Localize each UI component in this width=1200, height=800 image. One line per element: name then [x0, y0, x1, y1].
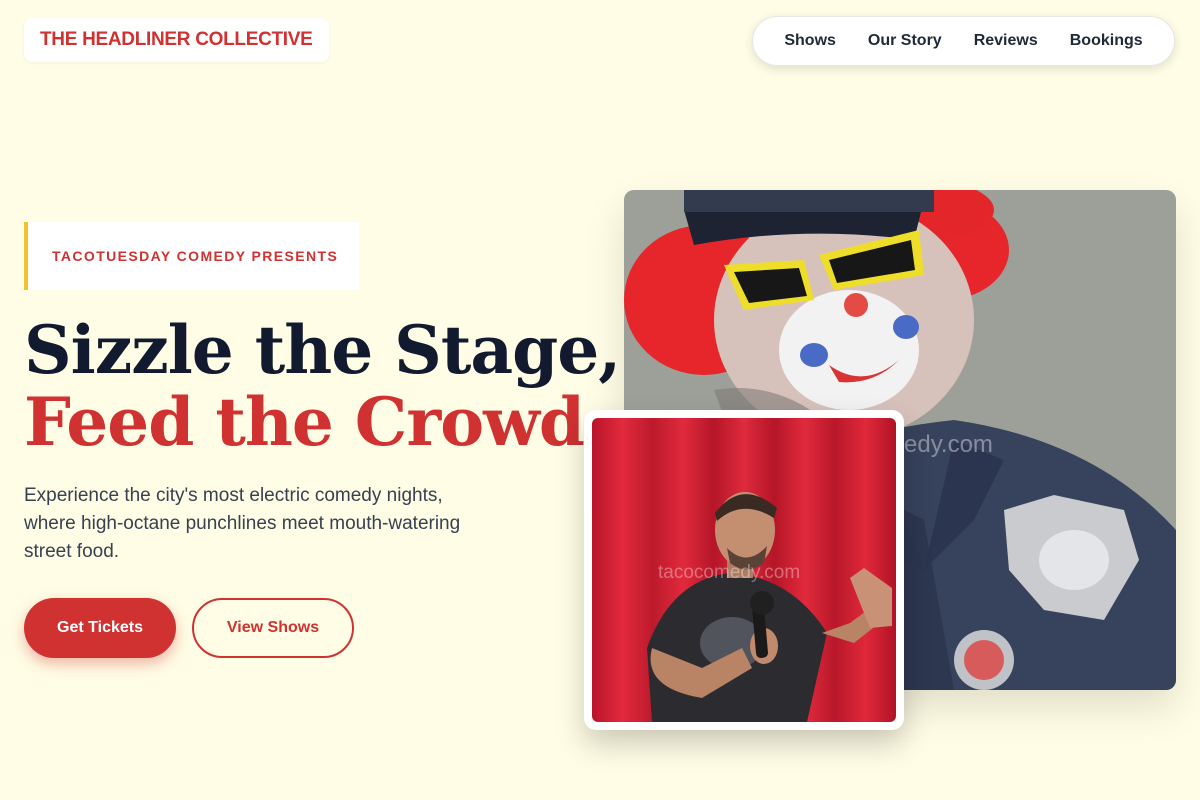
nav-item-bookings[interactable]: Bookings	[1070, 32, 1143, 50]
view-shows-button[interactable]: View Shows	[192, 598, 354, 658]
hero-description: Experience the city's most electric come…	[24, 485, 461, 562]
main-photo-watermark: edy.com	[904, 431, 993, 458]
hero-headline: Sizzle the Stage, Feed the Crowd.	[24, 311, 621, 461]
nav-item-shows[interactable]: Shows	[784, 32, 836, 50]
headline-line-2: Feed the Crowd.	[24, 383, 607, 461]
headline-line-1: Sizzle the Stage,	[24, 311, 621, 389]
comedian-on-stage-photo: tacocomedy.com	[592, 418, 896, 722]
brand-logo[interactable]: THE HEADLINER COLLECTIVE	[24, 18, 329, 62]
sub-photo-watermark: tacocomedy.com	[658, 562, 800, 583]
hero-kicker: TACOTUESDAY COMEDY PRESENTS	[24, 222, 359, 290]
comedian-on-stage-photo-card: tacocomedy.com	[584, 410, 904, 730]
get-tickets-button[interactable]: Get Tickets	[24, 598, 176, 658]
main-nav: Shows Our Story Reviews Bookings	[752, 16, 1175, 66]
nav-item-our-story[interactable]: Our Story	[868, 32, 942, 50]
nav-item-reviews[interactable]: Reviews	[974, 32, 1038, 50]
